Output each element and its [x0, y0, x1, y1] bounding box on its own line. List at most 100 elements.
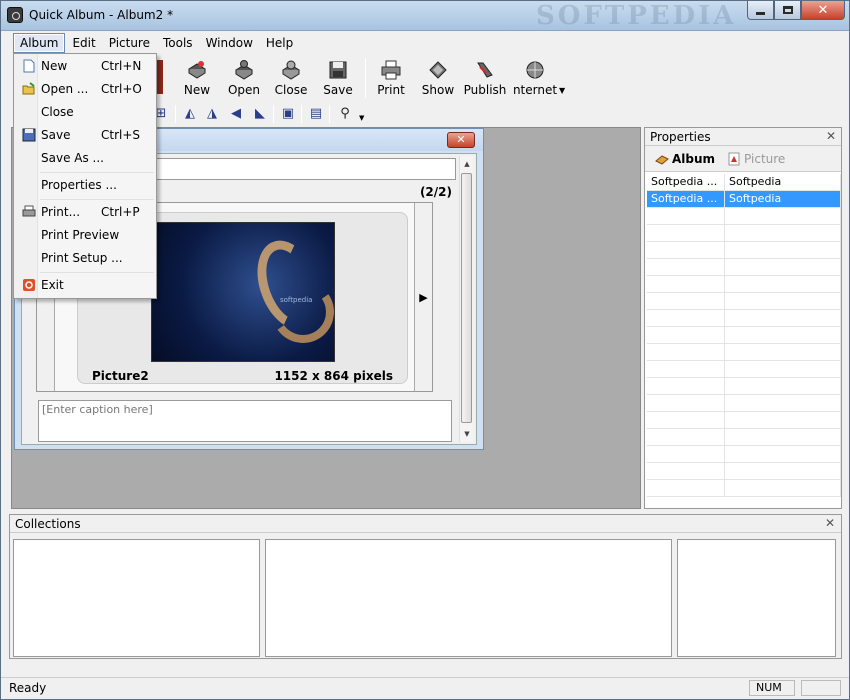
table-row[interactable] — [647, 208, 841, 225]
maximize-button[interactable] — [774, 1, 801, 20]
properties-table: Softpedia ... Softpedia Softpedia ... So… — [647, 174, 841, 497]
properties-panel: Properties ✕ Album Picture Softpedia ...… — [644, 127, 842, 509]
slideshow-icon — [429, 61, 447, 79]
flip-vertical-icon[interactable]: ◣ — [250, 104, 270, 124]
table-row[interactable] — [647, 446, 841, 463]
toolbar-separator — [329, 105, 330, 123]
tab-album[interactable]: Album — [651, 150, 719, 168]
table-row[interactable] — [647, 395, 841, 412]
close-icon[interactable]: ✕ — [825, 516, 835, 530]
table-row[interactable] — [647, 276, 841, 293]
menu-item-new[interactable]: New Ctrl+N — [14, 55, 156, 77]
toolbar-new-button[interactable]: New — [174, 57, 220, 101]
new-album-icon — [188, 61, 206, 79]
table-row[interactable]: Softpedia ... Softpedia — [647, 174, 841, 191]
flip-horizontal-icon[interactable]: ◀ — [226, 104, 246, 124]
menu-item-print-preview[interactable]: Print Preview — [14, 224, 156, 246]
properties-header: Properties ✕ — [645, 128, 841, 146]
picture-properties-icon[interactable]: ▤ — [306, 104, 326, 124]
app-window: Quick Album - Album2 * SOFTPEDIA ✕ Album… — [0, 0, 850, 700]
scroll-down-icon[interactable]: ▼ — [460, 426, 474, 442]
printer-icon — [22, 205, 36, 217]
menu-separator — [40, 199, 154, 200]
menu-item-open[interactable]: Open ... Ctrl+O — [14, 78, 156, 100]
tab-picture[interactable]: Picture — [723, 150, 789, 168]
property-value: Softpedia — [725, 191, 841, 207]
internet-dropdown-arrow-icon[interactable]: ▼ — [559, 86, 565, 95]
menu-help[interactable]: Help — [260, 34, 299, 52]
rotate-right-icon[interactable]: ◮ — [202, 104, 222, 124]
toolbar-open-button[interactable]: Open — [221, 57, 267, 101]
menu-window[interactable]: Window — [200, 34, 259, 52]
toolbar-print-button[interactable]: Print — [368, 57, 414, 101]
toolbar-separator — [301, 105, 302, 123]
close-icon[interactable]: ✕ — [826, 129, 836, 143]
rotate-left-icon[interactable]: ◭ — [180, 104, 200, 124]
toolbar-publish-button[interactable]: Publish — [462, 57, 508, 101]
menu-tools[interactable]: Tools — [157, 34, 199, 52]
publish-icon — [477, 62, 493, 78]
close-icon: ✕ — [817, 2, 829, 18]
crop-icon[interactable]: ▣ — [278, 104, 298, 124]
toolbar-close-button[interactable]: Close — [268, 57, 314, 101]
menu-picture[interactable]: Picture — [103, 34, 156, 52]
menu-album[interactable]: Album — [13, 33, 66, 53]
table-row[interactable] — [647, 327, 841, 344]
property-key: Softpedia ... — [647, 174, 725, 190]
album-book-icon — [655, 154, 669, 165]
table-row[interactable] — [647, 293, 841, 310]
title-bar[interactable]: Quick Album - Album2 * SOFTPEDIA ✕ — [1, 1, 849, 31]
table-row[interactable] — [647, 344, 841, 361]
vertical-scrollbar[interactable]: ▲ ▼ — [459, 156, 473, 442]
menu-item-print[interactable]: Print... Ctrl+P — [14, 201, 156, 223]
zoom-dropdown-arrow-icon[interactable]: ▼ — [359, 114, 364, 122]
toolbar-separator — [365, 58, 366, 98]
menu-item-properties[interactable]: Properties ... — [14, 174, 156, 196]
property-key: Softpedia ... — [647, 191, 725, 207]
table-row[interactable] — [647, 480, 841, 497]
table-row[interactable] — [647, 429, 841, 446]
toolbar-show-button[interactable]: Show — [415, 57, 461, 101]
toolbar-internet-button[interactable]: nternet — [509, 57, 561, 101]
properties-title: Properties — [650, 130, 711, 144]
thumbnail-watermark: softpedia — [280, 296, 313, 304]
table-row-selected[interactable]: Softpedia ... Softpedia — [647, 191, 841, 208]
table-row[interactable] — [647, 412, 841, 429]
picture-thumbnail[interactable]: softpedia — [151, 222, 335, 362]
menu-item-exit[interactable]: Exit — [14, 274, 156, 296]
table-row[interactable] — [647, 378, 841, 395]
open-folder-icon — [22, 82, 35, 95]
menu-item-save[interactable]: Save Ctrl+S — [14, 124, 156, 146]
minimize-button[interactable] — [747, 1, 774, 20]
picture-name: Picture2 — [92, 369, 149, 383]
num-lock-indicator: NUM — [749, 680, 795, 696]
close-window-button[interactable]: ✕ — [801, 1, 845, 20]
picture-dimensions: 1152 x 864 pixels — [274, 369, 393, 383]
menu-separator — [40, 272, 154, 273]
menu-item-close[interactable]: Close — [14, 101, 156, 123]
collections-tree-pane[interactable] — [13, 539, 260, 657]
resize-grip[interactable] — [801, 680, 841, 696]
scrollbar-thumb[interactable] — [461, 173, 472, 423]
collections-preview-pane[interactable] — [677, 539, 836, 657]
collections-title: Collections — [15, 517, 81, 531]
table-row[interactable] — [647, 259, 841, 276]
menu-item-save-as[interactable]: Save As ... — [14, 147, 156, 169]
collections-items-pane[interactable] — [265, 539, 672, 657]
toolbar-save-button[interactable]: Save — [315, 57, 361, 101]
menu-edit[interactable]: Edit — [66, 34, 101, 52]
table-row[interactable] — [647, 242, 841, 259]
caption-input[interactable]: [Enter caption here] — [38, 400, 452, 442]
window-title: Quick Album - Album2 * — [29, 8, 174, 22]
next-picture-button[interactable]: ▶ — [414, 203, 432, 391]
table-row[interactable] — [647, 361, 841, 378]
table-row[interactable] — [647, 225, 841, 242]
collections-header: Collections ✕ — [10, 515, 841, 533]
table-row[interactable] — [647, 463, 841, 480]
album-window-close-button[interactable]: ✕ — [447, 132, 475, 148]
table-row[interactable] — [647, 310, 841, 327]
menu-item-print-setup[interactable]: Print Setup ... — [14, 247, 156, 269]
zoom-icon[interactable]: ⚲ — [335, 104, 355, 124]
printer-icon — [381, 60, 401, 80]
scroll-up-icon[interactable]: ▲ — [460, 156, 474, 172]
